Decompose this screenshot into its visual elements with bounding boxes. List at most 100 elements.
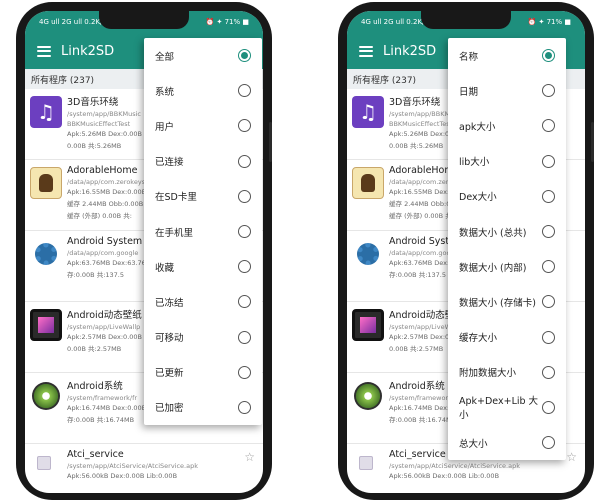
sort-option-label: 数据大小 (内部) [459, 262, 527, 274]
sort-option-label: 名称 [459, 51, 479, 63]
radio-unchecked-icon[interactable] [238, 365, 251, 379]
screen-right: 4G ull 2G ull 0.2K/s ▲ ● ⏰ ✦ 71% ■ Link2… [347, 11, 585, 493]
radio-unchecked-icon[interactable] [542, 119, 555, 133]
live-wallpaper-icon [352, 309, 384, 341]
sort-option[interactable]: Apk+Dex+Lib 大小 [448, 390, 566, 425]
camera-notch [99, 11, 189, 29]
radio-unchecked-icon[interactable] [542, 225, 555, 239]
service-icon [37, 456, 51, 470]
filter-option[interactable]: 全部 [144, 38, 262, 73]
app-path: /system/app/AtciService/AtciService.apk [389, 462, 520, 470]
sort-option[interactable]: 缓存大小 [448, 320, 566, 355]
radio-unchecked-icon[interactable] [542, 295, 555, 309]
sort-option-label: lib大小 [459, 157, 490, 169]
radio-unchecked-icon[interactable] [542, 260, 555, 274]
filter-option-label: 已冻结 [155, 297, 184, 309]
sort-option[interactable]: 数据大小 (总共) [448, 214, 566, 249]
radio-checked-icon[interactable] [238, 49, 251, 63]
filter-option[interactable]: 已更新 [144, 355, 262, 390]
sort-option[interactable]: Dex大小 [448, 179, 566, 214]
sort-option[interactable]: apk大小 [448, 108, 566, 143]
filter-option-label: 已更新 [155, 368, 184, 380]
status-right: ⏰ ✦ 71% ■ [527, 18, 571, 26]
app-list-item[interactable]: Atci_service ☆ /system/app/AtciService/A… [25, 444, 263, 493]
filter-option-label: 已连接 [155, 157, 184, 169]
power-button [591, 122, 594, 162]
music-icon: ♫ [352, 96, 384, 128]
radio-unchecked-icon[interactable] [238, 189, 251, 203]
radio-unchecked-icon[interactable] [542, 400, 555, 414]
filter-option-label: 在SD卡里 [155, 192, 197, 204]
radio-unchecked-icon[interactable] [542, 154, 555, 168]
filter-option[interactable]: 已加密 [144, 390, 262, 425]
sort-option-label: 总大小 [459, 438, 488, 450]
phone-frame-right: 4G ull 2G ull 0.2K/s ▲ ● ⏰ ✦ 71% ■ Link2… [338, 2, 594, 500]
live-wallpaper-icon [30, 309, 62, 341]
radio-unchecked-icon[interactable] [238, 119, 251, 133]
menu-icon[interactable] [37, 45, 51, 57]
star-icon[interactable]: ☆ [244, 450, 255, 464]
sort-option-label: Dex大小 [459, 192, 497, 204]
filter-option[interactable]: 可移动 [144, 320, 262, 355]
filter-menu: 全部系统用户已连接在SD卡里在手机里收藏已冻结可移动已更新已加密 [144, 38, 262, 426]
sort-option-label: 数据大小 (总共) [459, 227, 527, 239]
radio-unchecked-icon[interactable] [238, 225, 251, 239]
sort-option[interactable]: 总大小 [448, 425, 566, 460]
filter-option[interactable]: 收藏 [144, 249, 262, 284]
power-button [269, 122, 272, 162]
radio-unchecked-icon[interactable] [238, 400, 251, 414]
filter-option-label: 在手机里 [155, 227, 194, 239]
service-icon [359, 456, 373, 470]
sort-option[interactable]: lib大小 [448, 144, 566, 179]
filter-option[interactable]: 在SD卡里 [144, 179, 262, 214]
phone-frame-left: 4G ull 2G ull 0.2K/s ▲ ● ⏰ ✦ 71% ■ Link2… [16, 2, 272, 500]
sort-option[interactable]: 日期 [448, 73, 566, 108]
star-icon[interactable]: ☆ [566, 450, 577, 464]
filter-option[interactable]: 在手机里 [144, 214, 262, 249]
disc-icon [352, 380, 384, 412]
radio-unchecked-icon[interactable] [238, 295, 251, 309]
app-size: Apk:56.00kB Dex:0.00B Lib:0.00B [67, 472, 178, 480]
filter-option[interactable]: 已连接 [144, 144, 262, 179]
sort-option[interactable]: 附加数据大小 [448, 355, 566, 390]
filter-option[interactable]: 用户 [144, 108, 262, 143]
filter-option-label: 全部 [155, 51, 175, 63]
radio-unchecked-icon[interactable] [542, 189, 555, 203]
sort-option[interactable]: 数据大小 (内部) [448, 249, 566, 284]
radio-unchecked-icon[interactable] [542, 84, 555, 98]
sort-option-label: 数据大小 (存储卡) [459, 297, 536, 309]
radio-unchecked-icon[interactable] [542, 330, 555, 344]
sort-option-label: 日期 [459, 86, 479, 98]
gear-icon [352, 238, 384, 270]
sort-option-label: Apk+Dex+Lib 大小 [459, 396, 539, 422]
sort-option-label: apk大小 [459, 121, 496, 133]
radio-unchecked-icon[interactable] [238, 84, 251, 98]
filter-option-label: 可移动 [155, 333, 184, 345]
filter-option-label: 用户 [155, 121, 175, 133]
sort-option[interactable]: 名称 [448, 38, 566, 73]
filter-option-label: 系统 [155, 86, 175, 98]
radio-unchecked-icon[interactable] [238, 330, 251, 344]
radio-unchecked-icon[interactable] [238, 154, 251, 168]
filter-option-label: 收藏 [155, 262, 175, 274]
radio-unchecked-icon[interactable] [238, 260, 251, 274]
filter-option-label: 已加密 [155, 403, 184, 415]
sort-option-label: 附加数据大小 [459, 368, 517, 380]
music-icon: ♫ [30, 96, 62, 128]
app-size: Apk:56.00kB Dex:0.00B Lib:0.00B [389, 472, 500, 480]
radio-unchecked-icon[interactable] [542, 365, 555, 379]
radio-checked-icon[interactable] [542, 49, 555, 63]
disc-icon [30, 380, 62, 412]
status-right: ⏰ ✦ 71% ■ [205, 18, 249, 26]
menu-icon[interactable] [359, 45, 373, 57]
filter-option[interactable]: 系统 [144, 73, 262, 108]
sort-option[interactable]: 数据大小 (存储卡) [448, 284, 566, 319]
radio-unchecked-icon[interactable] [542, 436, 555, 450]
app-name: Atci_service [67, 449, 124, 460]
sort-option-label: 缓存大小 [459, 333, 498, 345]
filter-option[interactable]: 已冻结 [144, 284, 262, 319]
app-title: Link2SD [383, 43, 437, 59]
app-title: Link2SD [61, 43, 115, 59]
gear-icon [30, 238, 62, 270]
screen-left: 4G ull 2G ull 0.2K/s ▲ ● ⏰ ✦ 71% ■ Link2… [25, 11, 263, 493]
